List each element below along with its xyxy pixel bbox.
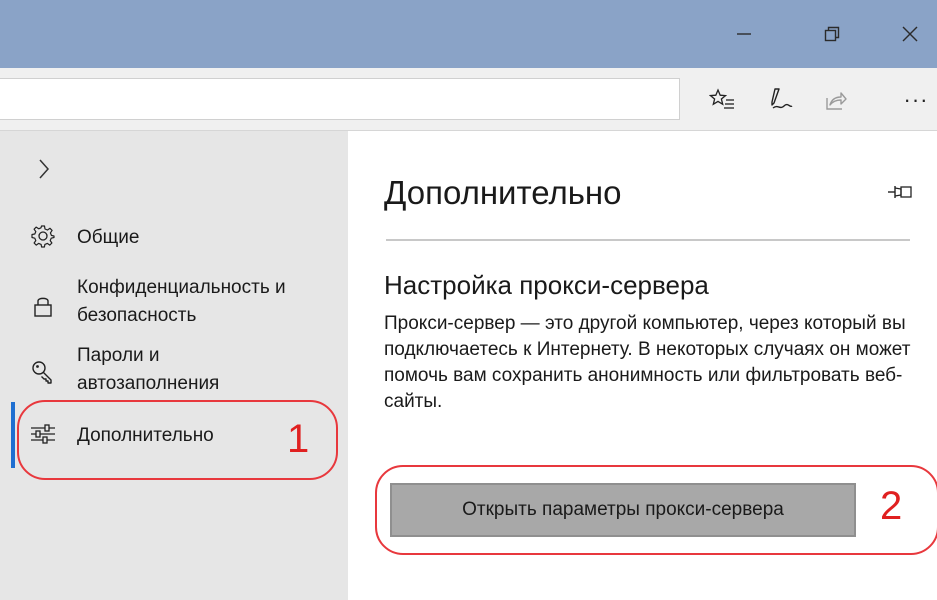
close-icon — [902, 26, 918, 42]
more-button[interactable]: ··· — [896, 80, 936, 120]
more-icon: ··· — [903, 87, 929, 112]
proxy-description: Прокси-сервер — это другой компьютер, че… — [384, 313, 911, 412]
web-note-pen-icon — [771, 88, 793, 109]
proxy-section-title: Настройка прокси-сервера — [384, 270, 709, 300]
share-button[interactable] — [816, 80, 856, 120]
sidebar-item-label: Общие — [77, 227, 140, 248]
web-note-button[interactable] — [760, 80, 800, 120]
pin-button[interactable] — [886, 181, 914, 203]
lock-icon — [30, 293, 56, 319]
share-icon — [826, 92, 847, 110]
sidebar-item-label: Пароли и — [77, 345, 160, 366]
expand-sidebar-button[interactable] — [30, 155, 58, 183]
chevron-right-icon — [39, 159, 50, 179]
favorites-list-icon — [709, 88, 734, 109]
step-number-2: 2 — [880, 484, 903, 528]
highlight-oval-step2 — [375, 465, 937, 555]
sidebar-item-general[interactable]: Общие — [0, 219, 348, 253]
sidebar-item-label: безопасность — [77, 305, 197, 326]
sidebar-item-label: Конфиденциальность и — [77, 277, 286, 298]
address-bar[interactable] — [0, 78, 680, 120]
sidebar-item-privacy[interactable]: Конфиденциальность и безопасность — [0, 273, 348, 331]
gear-icon — [30, 223, 56, 249]
step-number-1: 1 — [287, 417, 310, 461]
sidebar-item-passwords[interactable]: Пароли и автозаполнения — [0, 341, 348, 399]
favorites-button[interactable] — [702, 80, 742, 120]
minimize-icon — [737, 33, 751, 35]
restore-button[interactable] — [810, 14, 854, 54]
key-icon — [30, 359, 56, 385]
settings-sidebar: Общие Конфиденциальность и безопасность … — [0, 131, 348, 600]
minimize-button[interactable] — [722, 14, 766, 54]
section-divider — [386, 239, 910, 241]
sidebar-item-label: автозаполнения — [77, 373, 220, 394]
close-button[interactable] — [888, 14, 932, 54]
pin-icon — [888, 186, 912, 198]
title-bar — [0, 0, 937, 68]
browser-toolbar: ··· — [0, 68, 937, 131]
page-title: Дополнительно — [384, 174, 622, 211]
restore-icon — [824, 26, 840, 42]
